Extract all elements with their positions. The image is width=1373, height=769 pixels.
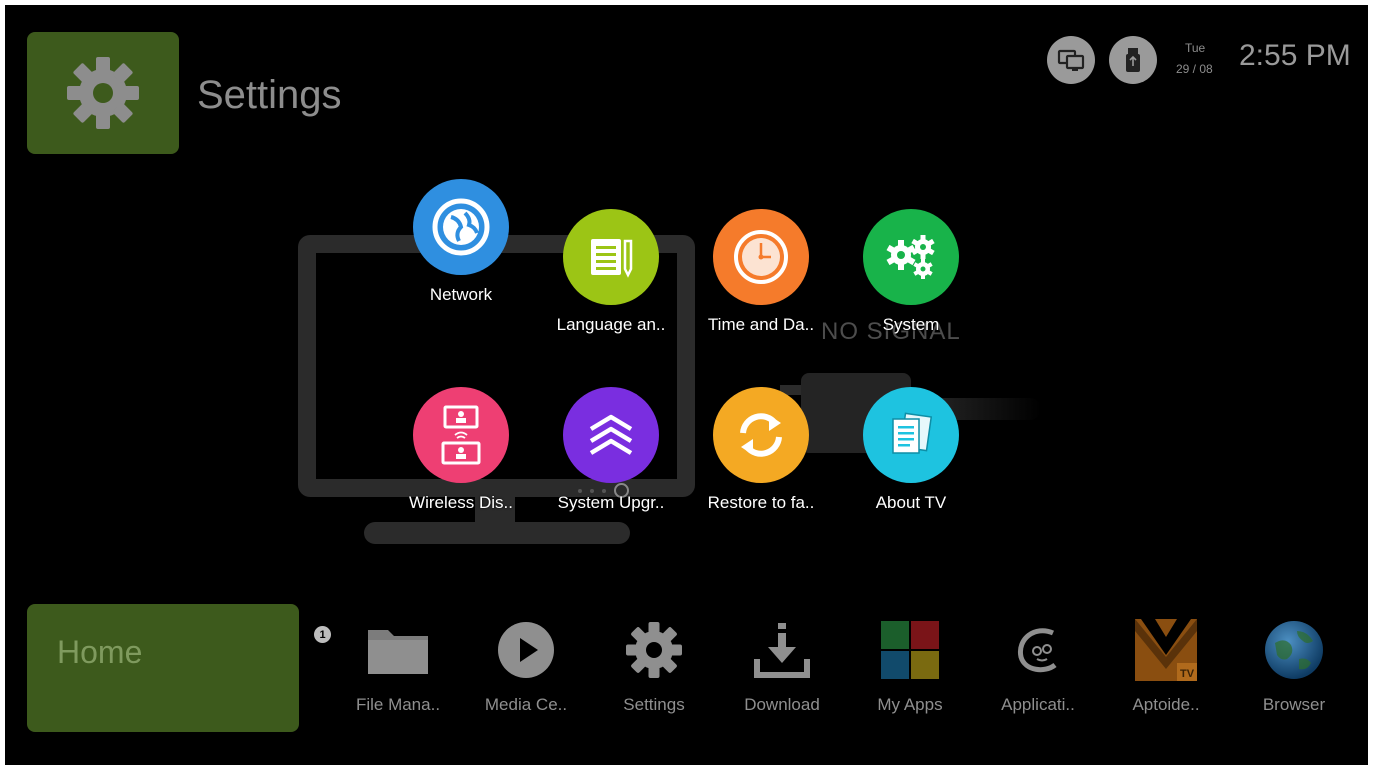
dock-app-label: My Apps: [877, 695, 943, 714]
tv-screen: Settings Tue 29 / 08 2:55 PM NO SIGNAL N…: [5, 5, 1368, 765]
dock-app-label: Settings: [623, 695, 685, 714]
settings-item-label: Language an..: [556, 315, 666, 334]
gear-icon: [626, 622, 682, 678]
globe-icon: [1265, 621, 1323, 679]
apps-grid-icon: [881, 621, 939, 679]
dock-app-download[interactable]: Download: [722, 617, 842, 715]
settings-item-label: System Upgr..: [557, 493, 665, 512]
settings-item-label: System: [882, 315, 940, 334]
language-notepad-icon: [591, 239, 633, 278]
usb-status-icon: [1109, 36, 1157, 84]
settings-item-label: Restore to fa..: [707, 493, 815, 512]
settings-item-label: About TV: [875, 493, 947, 512]
page-title: Settings: [197, 73, 342, 117]
settings-item-label: Wireless Dis..: [409, 493, 513, 512]
tv-stand: [364, 522, 630, 544]
settings-item-system[interactable]: System: [841, 209, 981, 335]
settings-item-label: Network: [429, 285, 493, 304]
dock-app-label: Download: [744, 695, 820, 714]
dock-app-media-center[interactable]: Media Ce..: [466, 617, 586, 715]
settings-item-language[interactable]: Language an..: [541, 209, 681, 335]
restore-arrows-icon: [740, 413, 782, 457]
dock-app-my-apps[interactable]: My Apps: [850, 617, 970, 715]
settings-item-about-tv[interactable]: About TV: [841, 387, 981, 513]
wireless-display-icon: [441, 405, 481, 465]
settings-item-wireless-display[interactable]: Wireless Dis..: [391, 387, 531, 513]
home-tile[interactable]: Home: [27, 604, 299, 732]
status-clock: 2:55 PM: [1239, 39, 1351, 72]
dock-app-aptoide[interactable]: TV Aptoide..: [1106, 617, 1226, 715]
status-day: Tue: [1185, 41, 1206, 55]
settings-item-label: Time and Da..: [707, 315, 815, 334]
gears-icon: [886, 235, 935, 279]
settings-item-time-date[interactable]: Time and Da..: [691, 209, 831, 335]
folder-icon: [368, 630, 428, 674]
document-icon: [892, 412, 933, 454]
dock-app-browser[interactable]: Browser: [1234, 617, 1354, 715]
dock-app-label: Browser: [1262, 695, 1326, 714]
network-status-icon: [1047, 36, 1095, 84]
notification-badge: 1: [314, 626, 331, 643]
dock-app-label: Applicati..: [1001, 695, 1075, 714]
gear-icon: [67, 57, 139, 129]
settings-header-tile: [27, 32, 179, 154]
home-label: Home: [57, 634, 143, 670]
dock-app-label: File Mana..: [355, 695, 441, 714]
play-icon: [498, 622, 554, 678]
download-icon: [754, 623, 810, 678]
network-globe-icon: [432, 198, 490, 256]
settings-item-network[interactable]: Network: [391, 179, 531, 305]
dock-app-label: Media Ce..: [484, 695, 568, 714]
dock-app-label: Aptoide..: [1132, 695, 1200, 714]
upgrade-chevrons-icon: [589, 414, 633, 455]
settings-item-restore[interactable]: Restore to fa..: [691, 387, 831, 513]
clock-icon: [734, 230, 788, 284]
dock-app-file-manager[interactable]: File Mana..: [338, 617, 458, 715]
svg-text:TV: TV: [1180, 668, 1195, 680]
application-logo-icon: [1017, 628, 1057, 673]
status-date: 29 / 08: [1176, 62, 1213, 76]
dock-app-settings[interactable]: Settings: [594, 617, 714, 715]
dock-app-applications[interactable]: Applicati..: [978, 617, 1098, 715]
aptoide-icon: TV: [1135, 619, 1197, 681]
settings-item-system-upgrade[interactable]: System Upgr..: [541, 387, 681, 513]
